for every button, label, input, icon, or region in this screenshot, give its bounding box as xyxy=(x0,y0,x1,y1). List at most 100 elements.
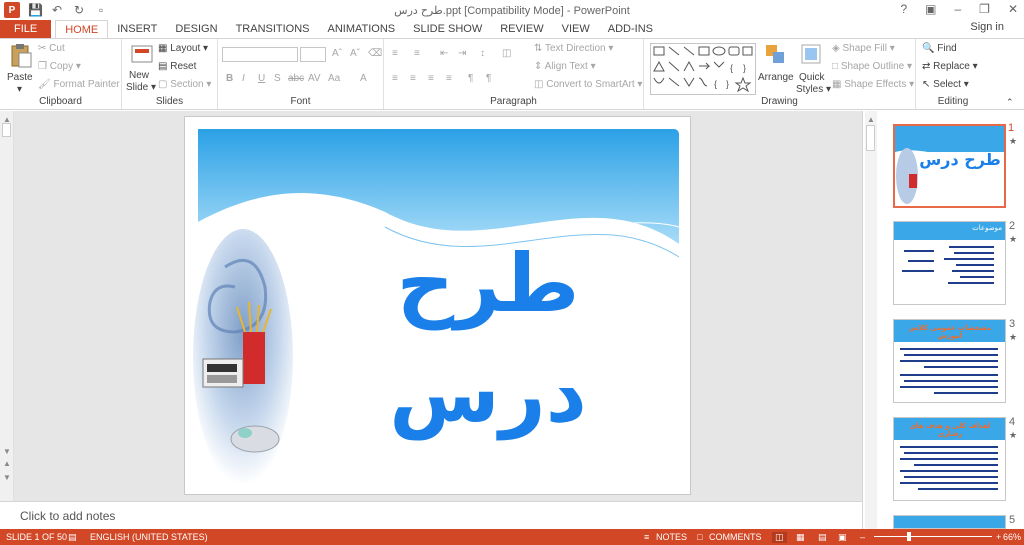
quick-styles-icon[interactable] xyxy=(800,43,824,67)
bullets-icon[interactable]: ≡ xyxy=(392,48,398,59)
bold-icon[interactable]: B xyxy=(226,73,233,84)
tab-add-ins[interactable]: ADD-INS xyxy=(599,20,662,38)
increase-font-icon[interactable]: Aˆ xyxy=(332,48,342,59)
tab-review[interactable]: REVIEW xyxy=(491,20,552,38)
tab-slide-show[interactable]: SLIDE SHOW xyxy=(404,20,491,38)
font-color-icon[interactable]: A xyxy=(360,73,367,84)
numbering-icon[interactable]: ≡ xyxy=(414,48,420,59)
zoom-in-icon[interactable]: + xyxy=(996,532,1001,542)
find-button[interactable]: 🔍 Find xyxy=(922,43,957,54)
slide-thumbnail-1[interactable]: طرح درس xyxy=(893,124,1006,208)
decrease-font-icon[interactable]: Aˇ xyxy=(350,48,360,59)
notes-icon[interactable]: ≡ xyxy=(644,532,649,542)
slide-thumbnail-4[interactable]: اهداف کلی و هدف های رفتاری xyxy=(893,417,1006,501)
arrange-button[interactable]: Arrange xyxy=(758,72,794,83)
notes-pane[interactable]: Click to add notes xyxy=(0,501,862,529)
scroll-down-icon[interactable]: ▼ xyxy=(3,447,11,456)
thumb-scroll-thumb[interactable] xyxy=(866,125,875,151)
language-status[interactable]: ENGLISH (UNITED STATES) xyxy=(90,532,208,542)
paste-icon[interactable] xyxy=(9,43,33,68)
sign-in-link[interactable]: Sign in xyxy=(970,21,1004,33)
arrange-icon[interactable] xyxy=(764,43,788,67)
comments-icon[interactable]: □ xyxy=(697,532,702,542)
vertical-scrollbar[interactable]: ▲ ▼ ▲ ▼ xyxy=(0,111,14,501)
tab-animations[interactable]: ANIMATIONS xyxy=(319,20,405,38)
align-center-icon[interactable]: ≡ xyxy=(410,73,416,84)
shape-outline-button[interactable]: □ Shape Outline ▾ xyxy=(832,61,912,72)
next-slide-icon[interactable]: ▼ xyxy=(3,473,11,482)
notes-placeholder[interactable]: Click to add notes xyxy=(20,509,115,523)
comments-button[interactable]: COMMENTS xyxy=(709,532,762,542)
cut-button[interactable]: ✂ Cut xyxy=(38,43,65,54)
zoom-slider[interactable] xyxy=(874,536,992,537)
thumbnails-scrollbar[interactable]: ▲ xyxy=(865,111,877,529)
thumb-scroll-up-icon[interactable]: ▲ xyxy=(867,115,875,124)
tab-file[interactable]: FILE xyxy=(0,20,52,38)
tab-transitions[interactable]: TRANSITIONS xyxy=(227,20,319,38)
slide-sorter-icon[interactable]: ▦ xyxy=(796,532,805,543)
align-left-icon[interactable]: ≡ xyxy=(392,73,398,84)
new-slide-button-2[interactable]: Slide ▾ xyxy=(126,82,156,93)
minimize-icon[interactable]: – xyxy=(954,2,961,16)
shape-effects-button[interactable]: ▦ Shape Effects ▾ xyxy=(832,79,914,90)
slide-thumbnail-3[interactable]: مشخصات عمومی کلاس آموزش xyxy=(893,319,1006,403)
italic-icon[interactable]: I xyxy=(242,73,245,84)
restore-icon[interactable]: ❐ xyxy=(979,2,990,16)
paste-dropdown-icon[interactable]: ▾ xyxy=(17,84,22,95)
shapes-gallery[interactable]: {} {} xyxy=(650,43,756,95)
select-button[interactable]: ↖ Select ▾ xyxy=(922,79,969,90)
slide-canvas[interactable]: طرح درس xyxy=(184,116,691,495)
zoom-level[interactable]: 66% xyxy=(1003,532,1021,542)
normal-view-icon[interactable]: ◫ xyxy=(772,532,787,543)
section-button[interactable]: ▢ Section ▾ xyxy=(158,79,211,90)
copy-button[interactable]: ❐ Copy ▾ xyxy=(38,61,81,72)
line-spacing-icon[interactable]: ↕ xyxy=(480,48,485,59)
paste-button[interactable]: Paste xyxy=(7,72,33,83)
columns-icon[interactable]: ◫ xyxy=(502,48,511,59)
align-right-icon[interactable]: ≡ xyxy=(428,73,434,84)
clear-formatting-icon[interactable]: ⌫ xyxy=(368,48,382,59)
slideshow-view-icon[interactable]: ▣ xyxy=(838,532,847,543)
reset-button[interactable]: ▤ Reset xyxy=(158,61,196,72)
font-size-box[interactable] xyxy=(300,47,326,62)
text-direction-button[interactable]: ⇅ Text Direction ▾ xyxy=(534,43,613,54)
slide-thumbnail-5[interactable] xyxy=(893,515,1006,529)
replace-button[interactable]: ⇄ Replace ▾ xyxy=(922,61,978,72)
shadow-icon[interactable]: S xyxy=(274,73,281,84)
zoom-slider-thumb[interactable] xyxy=(907,532,911,541)
rtl-icon[interactable]: ¶ xyxy=(486,73,491,84)
smartart-button[interactable]: ◫ Convert to SmartArt ▾ xyxy=(534,79,642,90)
decrease-indent-icon[interactable]: ⇤ xyxy=(440,48,448,59)
character-spacing-icon[interactable]: AV xyxy=(308,73,321,84)
tab-insert[interactable]: INSERT xyxy=(108,20,166,38)
new-slide-button[interactable]: New xyxy=(129,70,149,81)
slide-thumbnail-2[interactable]: موضوعات xyxy=(893,221,1006,305)
shape-fill-button[interactable]: ◈ Shape Fill ▾ xyxy=(832,43,895,54)
layout-button[interactable]: ▦ Layout ▾ xyxy=(158,43,208,54)
justify-icon[interactable]: ≡ xyxy=(446,73,452,84)
new-slide-icon[interactable] xyxy=(130,43,154,67)
slide-title[interactable]: طرح درس xyxy=(293,229,683,449)
increase-indent-icon[interactable]: ⇥ xyxy=(458,48,466,59)
help-button[interactable]: ? xyxy=(900,2,907,16)
scroll-thumb[interactable] xyxy=(2,123,11,137)
reading-view-icon[interactable]: ▤ xyxy=(818,532,827,543)
quick-styles-button[interactable]: Quick xyxy=(799,72,825,83)
format-painter-button[interactable]: 🖌 Format Painter xyxy=(38,79,120,90)
close-icon[interactable]: ✕ xyxy=(1008,2,1018,16)
proofing-icon[interactable]: ▤ xyxy=(68,532,77,543)
collapse-ribbon-icon[interactable]: ⌃ xyxy=(1006,97,1014,108)
previous-slide-icon[interactable]: ▲ xyxy=(3,459,11,468)
ribbon-display-icon[interactable]: ▣ xyxy=(925,2,936,16)
underline-icon[interactable]: U xyxy=(258,73,265,84)
notes-button[interactable]: NOTES xyxy=(656,532,687,542)
font-name-box[interactable] xyxy=(222,47,298,62)
strikethrough-icon[interactable]: abc xyxy=(288,73,304,84)
tab-design[interactable]: DESIGN xyxy=(166,20,226,38)
tab-view[interactable]: VIEW xyxy=(553,20,599,38)
ltr-icon[interactable]: ¶ xyxy=(468,73,473,84)
tab-home[interactable]: HOME xyxy=(55,20,109,38)
zoom-out-icon[interactable]: – xyxy=(860,532,865,542)
change-case-icon[interactable]: Aa xyxy=(328,73,340,84)
align-text-button[interactable]: ⇕ Align Text ▾ xyxy=(534,61,596,72)
